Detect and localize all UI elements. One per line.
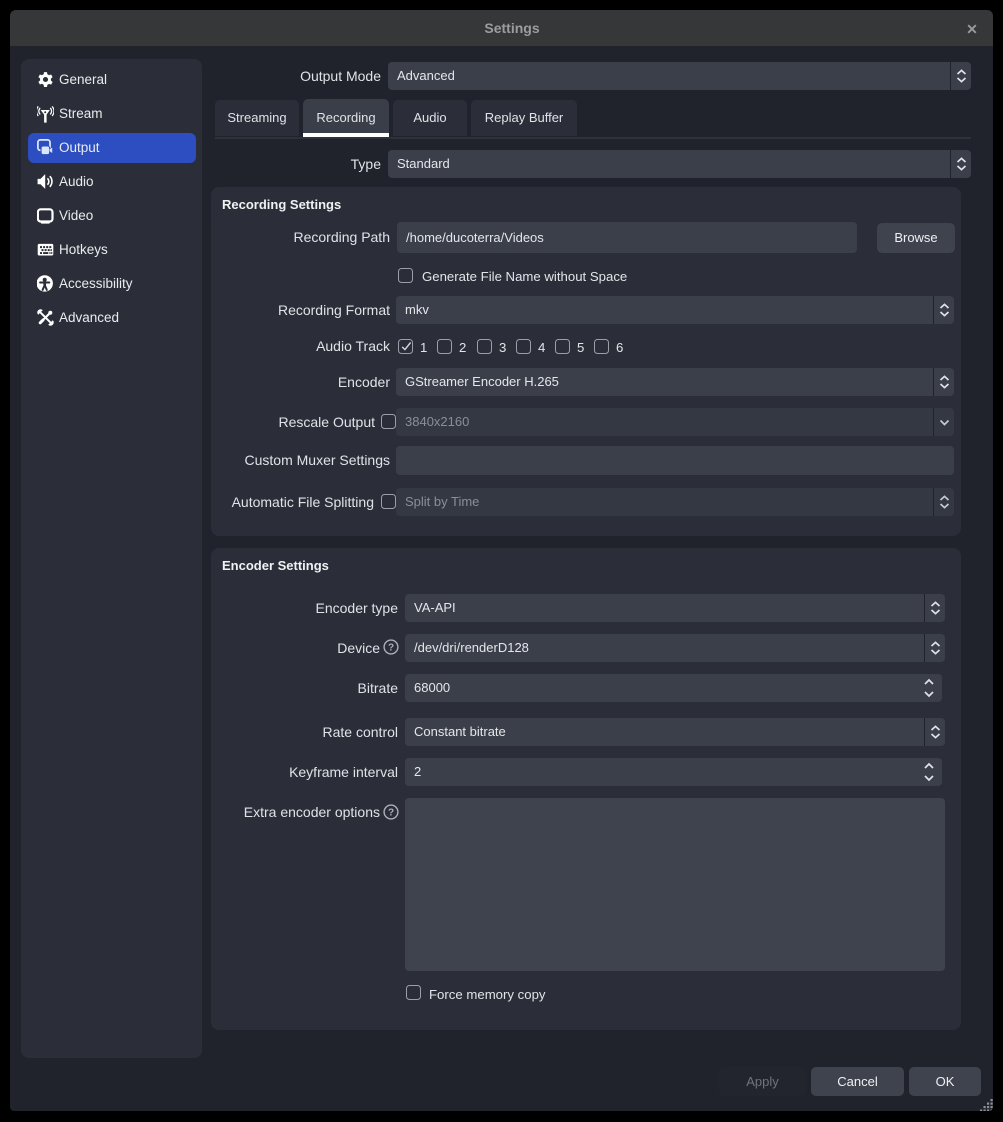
svg-text:?: ? [388,808,394,819]
svg-text:?: ? [388,643,394,654]
